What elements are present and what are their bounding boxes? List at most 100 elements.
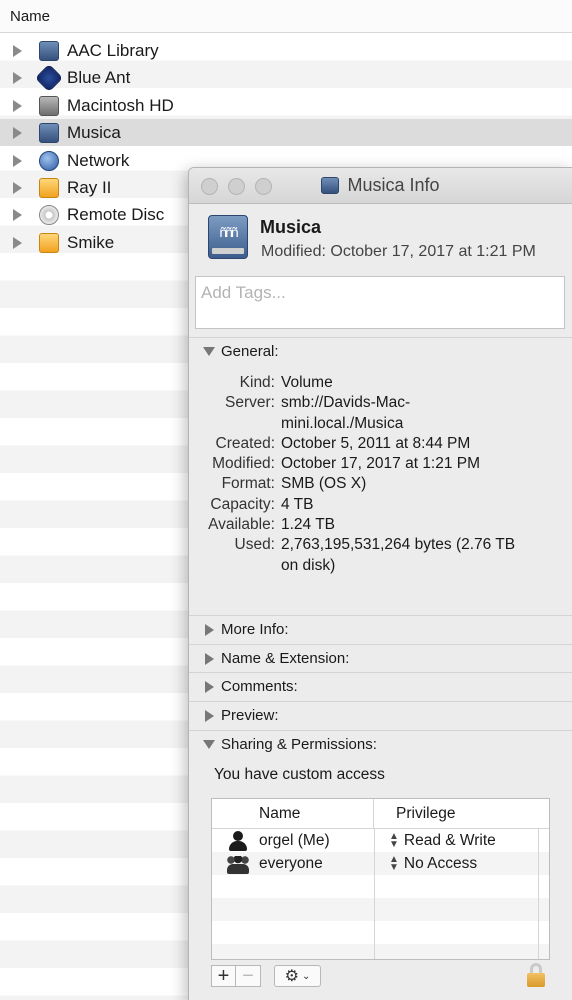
section-general[interactable]: General: — [189, 337, 572, 365]
user-icon — [227, 830, 249, 851]
permissions-table: Name Privilege orgel (Me) ▲ ▼ Read & Writ… — [211, 798, 550, 960]
name-column-label: Name — [10, 7, 51, 25]
used-label: Used: — [234, 536, 276, 554]
capacity-value: 4 TB — [281, 495, 314, 513]
finder-item-label: Macintosh HD — [67, 95, 174, 115]
section-preview[interactable]: Preview: — [189, 701, 572, 729]
minimize-button[interactable] — [228, 178, 245, 195]
created-value: October 5, 2011 at 8:44 PM — [281, 434, 471, 452]
used-value-continued: on disk) — [281, 556, 336, 574]
disclosure-triangle-icon[interactable] — [205, 680, 214, 693]
group-icon — [227, 854, 249, 874]
format-value: SMB (OS X) — [281, 475, 367, 493]
table-row[interactable]: orgel (Me) ▲ ▼ Read & Write — [212, 829, 549, 852]
table-row[interactable]: everyone ▲ ▼ No Access — [212, 852, 549, 875]
finder-item-blue-ant[interactable]: Blue Ant — [0, 63, 572, 92]
kind-label: Kind: — [239, 374, 275, 391]
disclosure-triangle-icon[interactable] — [205, 623, 214, 636]
kind-value: Volume — [281, 374, 333, 391]
section-label: Name & Extension: — [221, 650, 350, 667]
section-label: Preview: — [221, 707, 279, 724]
disclosure-triangle-icon[interactable] — [205, 709, 214, 722]
info-window: Musica Info ñññ Musica Modified: October… — [188, 167, 572, 1000]
up-down-arrows-icon: ▲ ▼ — [389, 853, 399, 873]
section-label: Sharing & Permissions: — [221, 736, 377, 753]
server-volume-icon — [39, 40, 59, 61]
window-controls — [201, 178, 272, 195]
privilege-column-header[interactable]: Privilege — [374, 805, 455, 823]
available-label: Available: — [208, 516, 275, 534]
info-summary: ñññ Musica Modified: October 17, 2017 at… — [189, 205, 572, 265]
user-name: everyone — [259, 854, 323, 872]
modified-label: Modified: — [212, 455, 275, 473]
chevron-down-icon: ⌄ — [301, 970, 311, 982]
hard-drive-icon — [39, 95, 59, 116]
section-more-info[interactable]: More Info: — [189, 615, 572, 643]
close-button[interactable] — [201, 178, 218, 195]
disclosure-triangle-icon[interactable] — [13, 154, 22, 167]
server-volume-icon — [321, 177, 340, 194]
tags-field-box — [195, 276, 565, 329]
disclosure-triangle-icon[interactable] — [13, 44, 22, 57]
section-label: General: — [221, 343, 279, 360]
format-label: Format: — [221, 475, 275, 493]
finder-item-label: Blue Ant — [67, 67, 131, 87]
modified-value: October 17, 2017 at 1:21 PM — [281, 455, 481, 473]
network-globe-icon — [39, 150, 59, 171]
disclosure-triangle-icon[interactable] — [13, 181, 22, 194]
server-label: Server: — [225, 394, 275, 412]
section-label: More Info: — [221, 621, 289, 638]
tags-input[interactable] — [196, 277, 564, 309]
zoom-button[interactable] — [255, 178, 272, 195]
disclosure-triangle-icon[interactable] — [205, 652, 214, 665]
access-note: You have custom access — [214, 766, 385, 783]
finder-item-label: AAC Library — [67, 40, 159, 60]
blue-ant-icon — [34, 63, 64, 92]
server-volume-icon: ñññ — [208, 215, 248, 259]
section-label: Comments: — [221, 678, 298, 695]
section-comments[interactable]: Comments: — [189, 672, 572, 700]
disclosure-triangle-icon[interactable] — [203, 740, 215, 749]
title-bar[interactable]: Musica Info — [189, 168, 572, 204]
disclosure-triangle-icon[interactable] — [13, 236, 22, 249]
permissions-table-body: orgel (Me) ▲ ▼ Read & Write everyone ▲ ▼ N… — [212, 829, 549, 959]
name-column-header[interactable]: Name — [212, 799, 374, 828]
permissions-table-header: Name Privilege — [212, 799, 549, 829]
disclosure-triangle-icon[interactable] — [13, 208, 22, 221]
server-value: smb://Davids-Mac- — [281, 394, 411, 412]
disclosure-triangle-icon[interactable] — [203, 347, 215, 356]
disclosure-triangle-icon[interactable] — [13, 126, 22, 139]
privilege-popup[interactable]: ▲ ▼ No Access — [386, 853, 478, 873]
section-name-extension[interactable]: Name & Extension: — [189, 644, 572, 672]
add-user-button[interactable]: + — [211, 965, 236, 987]
lock-icon[interactable] — [527, 963, 545, 987]
finder-item-aac-library[interactable]: AAC Library — [0, 37, 572, 64]
finder-item-label: Smike — [67, 232, 115, 252]
modified-summary: Modified: October 17, 2017 at 1:21 PM — [261, 243, 536, 260]
disclosure-triangle-icon[interactable] — [13, 99, 22, 112]
finder-item-label: Musica — [67, 122, 121, 142]
general-details: Kind: Volume Server: smb://Davids-Mac- min… — [189, 373, 559, 576]
up-down-arrows-icon: ▲ ▼ — [389, 830, 399, 850]
remote-disc-icon — [39, 204, 59, 225]
finder-item-macintosh-hd[interactable]: Macintosh HD — [0, 92, 572, 119]
gear-icon: ⚙ — [284, 968, 299, 985]
action-menu-button[interactable]: ⚙ ⌄ — [274, 965, 321, 987]
privilege-value: No Access — [403, 854, 478, 872]
privilege-popup[interactable]: ▲ ▼ Read & Write — [386, 830, 496, 850]
external-drive-icon — [39, 232, 59, 253]
remove-user-button[interactable]: − — [236, 965, 261, 987]
user-name: orgel (Me) — [259, 831, 330, 849]
privilege-value: Read & Write — [403, 831, 496, 849]
external-drive-icon — [39, 177, 59, 198]
permissions-toolbar: + − ⚙ ⌄ — [211, 965, 321, 987]
name-column-header[interactable]: Name — [0, 0, 572, 33]
created-label: Created: — [215, 434, 275, 452]
finder-item-musica[interactable]: Musica — [0, 119, 572, 146]
server-value-continued: mini.local./Musica — [281, 414, 404, 432]
disclosure-triangle-icon[interactable] — [13, 71, 22, 84]
available-value: 1.24 TB — [281, 516, 336, 534]
section-sharing-permissions[interactable]: Sharing & Permissions: — [189, 730, 572, 758]
server-volume-icon — [39, 122, 59, 143]
volume-name: Musica — [260, 217, 322, 237]
